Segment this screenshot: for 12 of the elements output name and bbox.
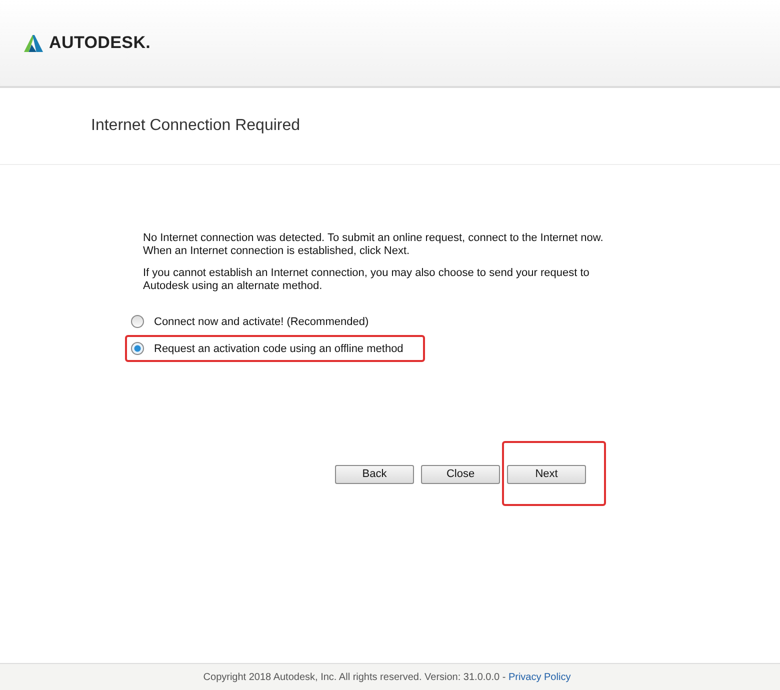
radio-option[interactable]: Request an activation code using an offline method (125, 335, 426, 362)
logo-icon (24, 34, 43, 52)
wizard-button[interactable]: Back (335, 464, 414, 484)
wizard-button[interactable]: Close (421, 464, 500, 484)
privacy-policy-link[interactable]: Privacy Policy (508, 672, 571, 682)
message-text: If you cannot establish an Internet connection, you may also choose to send your request to Autodesk using an alternate method. (143, 267, 590, 293)
radio-option[interactable]: Connect now and activate! (Recommended) (125, 308, 391, 335)
logo-text: AUTODESK. (49, 33, 151, 53)
page-title: Internet Connection Required (91, 117, 300, 135)
wizard-button[interactable]: Next (507, 464, 586, 484)
copyright-text: Copyright 2018 Autodesk, Inc. All rights reserved. Version: 31.0.0.0 - Privacy Policy (203, 672, 571, 682)
message-text: No Internet connection was detected. To submit an online request, connect to the Internet now. When an Internet connection is established, click Next. (143, 232, 604, 258)
